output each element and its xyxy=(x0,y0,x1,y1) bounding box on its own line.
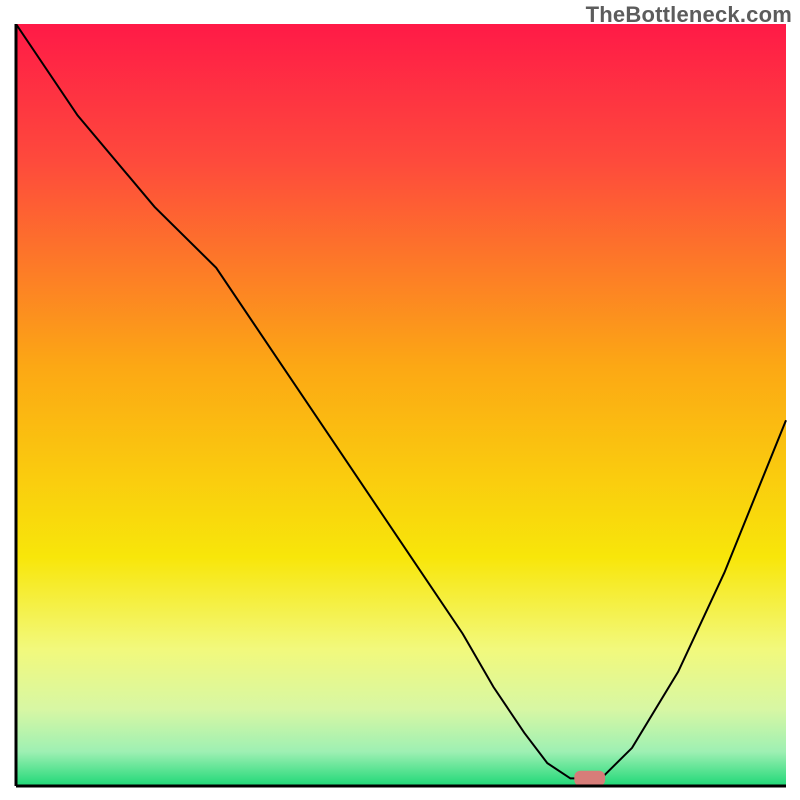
plot-area xyxy=(14,24,788,790)
chart-frame: TheBottleneck.com xyxy=(0,0,800,800)
chart-svg xyxy=(14,24,788,790)
watermark-text: TheBottleneck.com xyxy=(586,2,792,28)
gradient-background xyxy=(16,24,786,786)
sweet-spot-marker xyxy=(574,771,605,786)
